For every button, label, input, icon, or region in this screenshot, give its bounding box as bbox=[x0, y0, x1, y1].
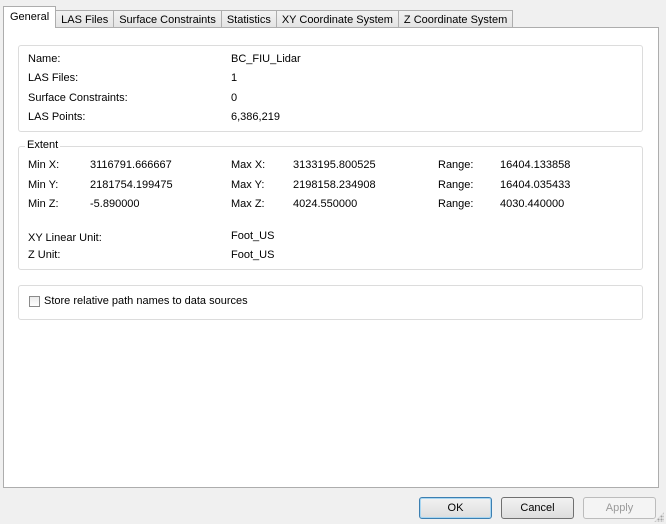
tab-statistics[interactable]: Statistics bbox=[220, 10, 277, 28]
tab-las-files[interactable]: LAS Files bbox=[55, 10, 115, 28]
info-group: Name: BC_FIU_Lidar LAS Files: 1 Surface … bbox=[18, 45, 643, 132]
tab-strip: General LAS Files Surface Constraints St… bbox=[3, 6, 514, 28]
range-y-label: Range: bbox=[438, 179, 474, 191]
min-x-label: Min X: bbox=[28, 159, 60, 171]
ok-button[interactable]: OK bbox=[419, 497, 492, 519]
store-relative-paths-label: Store relative path names to data source… bbox=[44, 295, 248, 307]
xy-linear-unit-value: Foot_US bbox=[231, 230, 275, 242]
tab-z-coordinate-system[interactable]: Z Coordinate System bbox=[397, 10, 514, 28]
name-label: Name: bbox=[28, 53, 61, 65]
z-unit-value: Foot_US bbox=[231, 249, 275, 261]
tab-xy-coordinate-system[interactable]: XY Coordinate System bbox=[275, 10, 399, 28]
tab-general[interactable]: General bbox=[3, 6, 57, 28]
store-relative-paths-checkbox[interactable] bbox=[29, 295, 40, 307]
extent-legend: Extent bbox=[25, 139, 61, 151]
min-y-label: Min Y: bbox=[28, 179, 59, 191]
range-z-label: Range: bbox=[438, 198, 474, 210]
store-relative-paths-option[interactable]: Store relative path names to data source… bbox=[29, 295, 248, 307]
cancel-button[interactable]: Cancel bbox=[501, 497, 574, 519]
las-files-value: 1 bbox=[231, 72, 238, 84]
general-panel: Name: BC_FIU_Lidar LAS Files: 1 Surface … bbox=[3, 27, 659, 488]
las-points-value: 6,386,219 bbox=[231, 111, 280, 123]
range-z-value: 4030.440000 bbox=[500, 198, 565, 210]
range-x-value: 16404.133858 bbox=[500, 159, 571, 171]
surface-constraints-label: Surface Constraints: bbox=[28, 92, 128, 104]
min-x-value: 3116791.666667 bbox=[90, 159, 172, 171]
apply-button[interactable]: Apply bbox=[583, 497, 656, 519]
surface-constraints-value: 0 bbox=[231, 92, 238, 104]
las-files-label: LAS Files: bbox=[28, 72, 79, 84]
max-y-value: 2198158.234908 bbox=[293, 179, 376, 191]
range-y-value: 16404.035433 bbox=[500, 179, 571, 191]
xy-linear-unit-label: XY Linear Unit: bbox=[28, 232, 102, 244]
options-group: Store relative path names to data source… bbox=[18, 285, 643, 320]
name-value: BC_FIU_Lidar bbox=[231, 53, 301, 65]
tab-surface-constraints[interactable]: Surface Constraints bbox=[113, 10, 222, 28]
max-x-value: 3133195.800525 bbox=[293, 159, 376, 171]
extent-group: Extent Min X: 3116791.666667 Max X: 3133… bbox=[18, 139, 643, 270]
max-z-label: Max Z: bbox=[231, 198, 265, 210]
max-z-value: 4024.550000 bbox=[293, 198, 358, 210]
range-x-label: Range: bbox=[438, 159, 474, 171]
z-unit-label: Z Unit: bbox=[28, 249, 61, 261]
max-x-label: Max X: bbox=[231, 159, 266, 171]
min-z-value: -5.890000 bbox=[90, 198, 140, 210]
las-points-label: LAS Points: bbox=[28, 111, 86, 123]
min-z-label: Min Z: bbox=[28, 198, 59, 210]
min-y-value: 2181754.199475 bbox=[90, 179, 173, 191]
max-y-label: Max Y: bbox=[231, 179, 265, 191]
